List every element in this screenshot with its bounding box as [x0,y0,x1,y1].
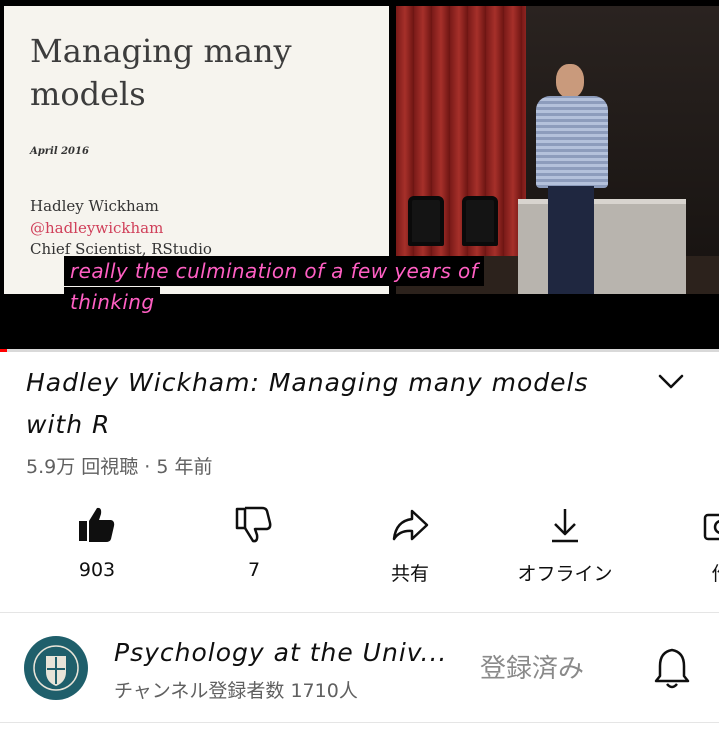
download-icon [552,509,578,543]
video-progress-fill [0,349,8,352]
dislike-count: 7 [247,559,261,581]
video-title: Hadley Wickham: Managing many models wit… [26,368,589,439]
subtitle-line-1: really the culmination of a few years of [64,256,485,286]
speaker-head [556,64,584,98]
video-progress-bar[interactable] [0,349,719,352]
university-crest-icon [26,638,86,698]
share-label: 共有 [390,563,429,585]
download-label: オフライン [517,563,613,585]
thumbs-down-icon [235,506,272,543]
stage-footage [396,6,719,294]
create-clip-button[interactable]: 作 [646,505,719,600]
dislike-button[interactable]: 7 [179,505,329,600]
expand-description-button[interactable] [654,366,688,396]
channel-avatar[interactable] [24,636,88,700]
slide-speaker-handle: @hadleywickham [30,219,164,237]
bell-icon [654,648,690,689]
share-icon [392,509,429,541]
video-meta: 5.9万 回視聴 · 5 年前 [26,456,213,478]
speaker-shirt [536,96,608,188]
speaker-pants [548,186,594,294]
like-button[interactable]: 903 [22,505,172,600]
share-button[interactable]: 共有 [335,505,485,600]
create-label: 作 [646,559,719,586]
thumbs-up-icon [79,507,115,542]
subtitle-line-2: thinking [64,287,161,317]
slide-speaker-name: Hadley Wickham [30,197,159,215]
channel-name[interactable]: Psychology at the Univ... [114,638,464,667]
stage-chair [408,196,444,246]
slide-date: April 2016 [30,146,89,157]
download-button[interactable]: オフライン [490,505,640,600]
channel-subscriber-count: チャンネル登録者数 1710人 [114,680,358,702]
stage-chair [462,196,498,246]
section-divider [0,722,719,723]
speaker-figure [534,64,610,294]
section-divider [0,612,719,613]
presentation-slide: Managing many models April 2016 Hadley W… [4,6,389,294]
subscribed-button[interactable]: 登録済み [480,648,584,685]
action-bar: 903 7 共有 オフライン 作 [0,505,719,600]
notification-bell-button[interactable] [652,646,692,690]
slide-title: Managing many models [30,32,292,113]
create-clip-icon [703,513,719,541]
chevron-down-icon [658,374,684,389]
like-count: 903 [78,559,116,581]
video-player[interactable]: Managing many models April 2016 Hadley W… [0,0,719,352]
